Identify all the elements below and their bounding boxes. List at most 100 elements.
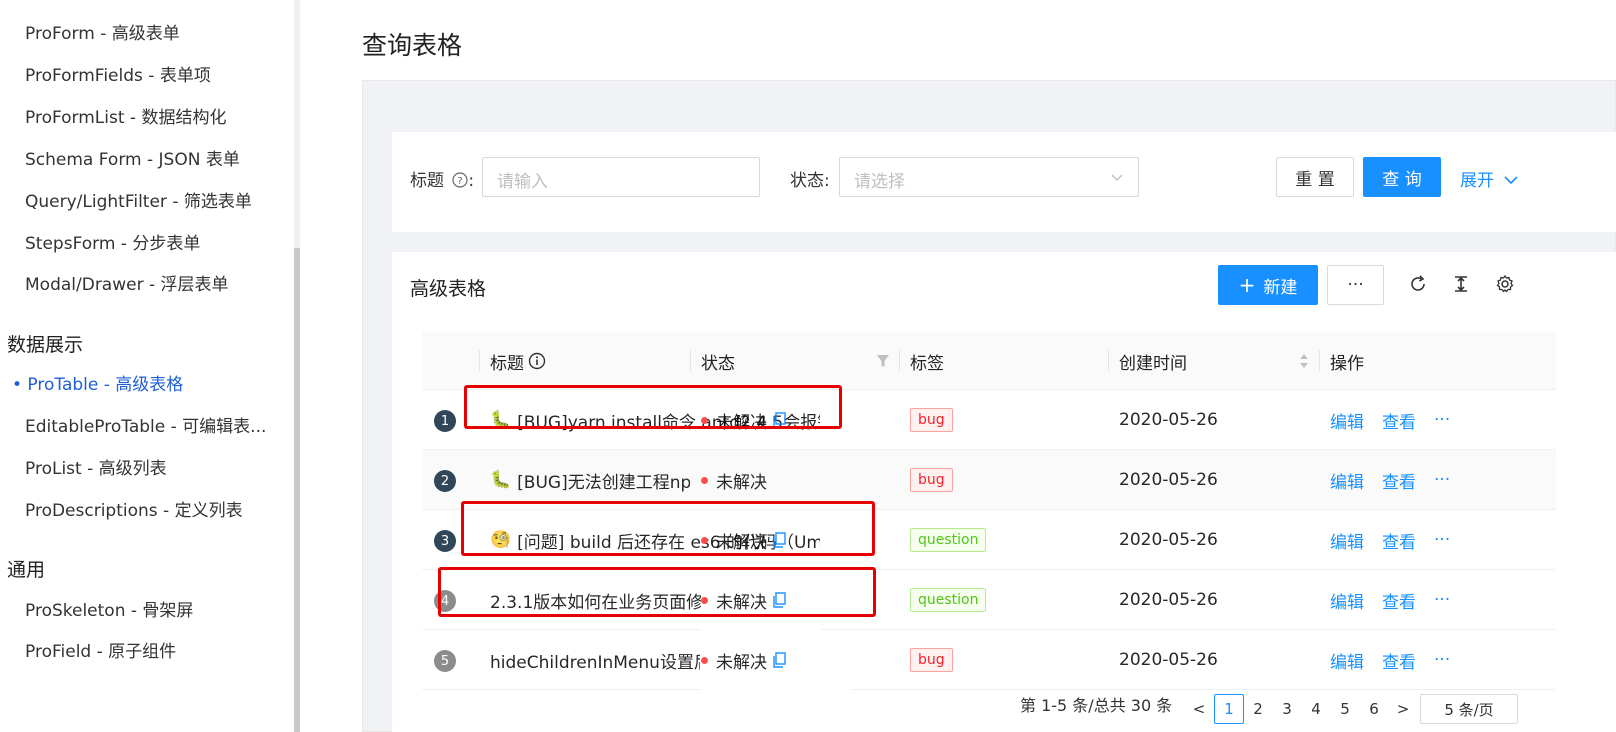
sort-caret-icon[interactable] (1298, 352, 1310, 370)
edit-link[interactable]: 编辑 (1330, 588, 1364, 613)
sidebar-item-proformlist[interactable]: ProFormList - 数据结构化 (25, 103, 226, 128)
table-row[interactable]: 5 hideChildrenInMenu设置后，子路由找不到了 未解决 bug … (422, 630, 1556, 690)
reload-icon[interactable] (1406, 272, 1430, 296)
title-label-text: 标题 (410, 171, 444, 191)
title-search-input[interactable]: 请输入 (482, 157, 760, 197)
row-date-cell: 2020-05-26 (1119, 410, 1218, 430)
row-tag-cell: question (910, 510, 987, 570)
plus-icon: + (1238, 273, 1256, 297)
new-button[interactable]: + 新建 (1218, 265, 1318, 305)
highlight-box (438, 567, 876, 617)
row-actions-cell: 编辑 查看 ··· (1330, 510, 1450, 570)
row-status-text: 未解决 (716, 472, 767, 493)
view-link[interactable]: 查看 (1382, 648, 1416, 673)
pagination-page-1[interactable]: 1 (1214, 694, 1244, 724)
pagination-prev[interactable]: < (1184, 694, 1214, 724)
sidebar-item-proformfields[interactable]: ProFormFields - 表单项 (25, 61, 211, 86)
sidebar-item-profield[interactable]: ProField - 原子组件 (25, 637, 176, 662)
copy-icon[interactable] (773, 652, 787, 668)
view-link[interactable]: 查看 (1382, 528, 1416, 553)
table-card: 高级表格 + 新建 ··· 标题 状态 标签 创建时间 操作 1 🐛 [BUG]… (392, 252, 1616, 732)
view-link[interactable]: 查看 (1382, 468, 1416, 493)
column-header-tags: 标签 (910, 353, 944, 374)
page-size-select[interactable]: 5 条/页 (1420, 694, 1518, 724)
title-field-label: 标题 ?: (410, 166, 474, 191)
sidebar-group-general: 通用 (7, 559, 46, 581)
row-more-icon[interactable]: ··· (1434, 590, 1450, 610)
status-select-placeholder: 请选择 (854, 172, 905, 192)
row-more-icon[interactable]: ··· (1434, 650, 1450, 670)
title-label-colon: : (468, 171, 475, 191)
pagination-page-2[interactable]: 2 (1243, 694, 1273, 724)
setting-gear-icon[interactable] (1493, 272, 1517, 296)
chevron-down-icon (1504, 176, 1518, 185)
bug-tag: bug (910, 648, 953, 672)
row-status-cell: 未解决 (701, 630, 851, 690)
row-index-badge: 3 (434, 530, 456, 552)
column-separator (1319, 350, 1320, 372)
sidebar-item-modal-drawer[interactable]: Modal/Drawer - 浮层表单 (25, 270, 229, 295)
sidebar-group-data-display: 数据展示 (7, 334, 84, 356)
sidebar-item-proskeleton[interactable]: ProSkeleton - 骨架屏 (25, 596, 193, 621)
caterpillar-icon: 🐛 (490, 470, 512, 490)
sidebar-item-proform[interactable]: ProForm - 高级表单 (25, 19, 180, 44)
more-actions-button[interactable]: ··· (1327, 265, 1384, 305)
table-header: 标题 状态 标签 创建时间 操作 (422, 332, 1556, 390)
pagination-page-6[interactable]: 6 (1359, 694, 1389, 724)
row-more-icon[interactable]: ··· (1434, 470, 1450, 490)
svg-text:?: ? (458, 176, 463, 187)
column-header-actions: 操作 (1330, 353, 1364, 374)
status-select[interactable]: 请选择 (839, 157, 1139, 197)
filter-icon[interactable] (876, 354, 890, 368)
row-date-cell: 2020-05-26 (1119, 530, 1218, 550)
column-height-icon[interactable] (1449, 272, 1473, 296)
new-button-label: 新建 (1263, 277, 1298, 298)
row-tag-cell: bug (910, 390, 953, 450)
info-circle-icon[interactable] (528, 352, 546, 370)
pagination-next[interactable]: > (1388, 694, 1418, 724)
reset-button[interactable]: 重 置 (1276, 157, 1354, 197)
pagination-page-3[interactable]: 3 (1272, 694, 1302, 724)
sidebar-item-editableprotable[interactable]: EditableProTable - 可编辑表... (25, 412, 266, 437)
status-dot-icon (701, 656, 708, 664)
table-title: 高级表格 (410, 278, 487, 300)
sidebar-item-query-filter[interactable]: Query/LightFilter - 筛选表单 (25, 187, 252, 212)
pagination-page-5[interactable]: 5 (1330, 694, 1360, 724)
row-more-icon[interactable]: ··· (1434, 530, 1450, 550)
edit-link[interactable]: 编辑 (1330, 408, 1364, 433)
search-form-card: 标题 ?: 请输入 状态: 请选择 重 置 查 询 展开 (392, 132, 1616, 232)
view-link[interactable]: 查看 (1382, 588, 1416, 613)
row-title-cell: hideChildrenInMenu设置后，子路由找不到了 (490, 630, 700, 690)
row-tag-cell: bug (910, 450, 953, 510)
row-tag-cell: question (910, 570, 987, 630)
row-date-cell: 2020-05-26 (1119, 470, 1218, 490)
edit-link[interactable]: 编辑 (1330, 528, 1364, 553)
bug-tag: bug (910, 468, 953, 492)
column-separator (1108, 350, 1109, 372)
edit-link[interactable]: 编辑 (1330, 468, 1364, 493)
chevron-down-icon (1111, 174, 1123, 181)
query-button[interactable]: 查 询 (1363, 157, 1441, 197)
status-field-label: 状态: (790, 171, 830, 191)
sidebar-item-prodescriptions[interactable]: ProDescriptions - 定义列表 (25, 496, 243, 521)
row-index-badge: 5 (434, 650, 456, 672)
highlight-box (461, 501, 875, 556)
edit-link[interactable]: 编辑 (1330, 648, 1364, 673)
pagination-summary: 第 1-5 条/总共 30 条 (1020, 696, 1173, 715)
highlight-box (464, 385, 842, 429)
question-circle-icon[interactable]: ? (452, 172, 469, 188)
view-link[interactable]: 查看 (1382, 408, 1416, 433)
status-dot-icon (701, 476, 708, 484)
row-date-cell: 2020-05-26 (1119, 590, 1218, 610)
row-index-badge: 1 (434, 410, 456, 432)
pagination-page-4[interactable]: 4 (1301, 694, 1331, 724)
sidebar-item-prolist[interactable]: ProList - 高级列表 (25, 454, 167, 479)
row-actions-cell: 编辑 查看 ··· (1330, 570, 1450, 630)
page-title: 查询表格 (362, 31, 463, 60)
row-more-icon[interactable]: ··· (1434, 410, 1450, 430)
row-index-badge: 2 (434, 470, 456, 492)
expand-link[interactable]: 展开 (1460, 166, 1519, 191)
sidebar-item-protable[interactable]: • ProTable - 高级表格 (12, 370, 183, 395)
sidebar-item-stepsform[interactable]: StepsForm - 分步表单 (25, 229, 200, 254)
sidebar-item-schema-form[interactable]: Schema Form - JSON 表单 (25, 145, 240, 170)
